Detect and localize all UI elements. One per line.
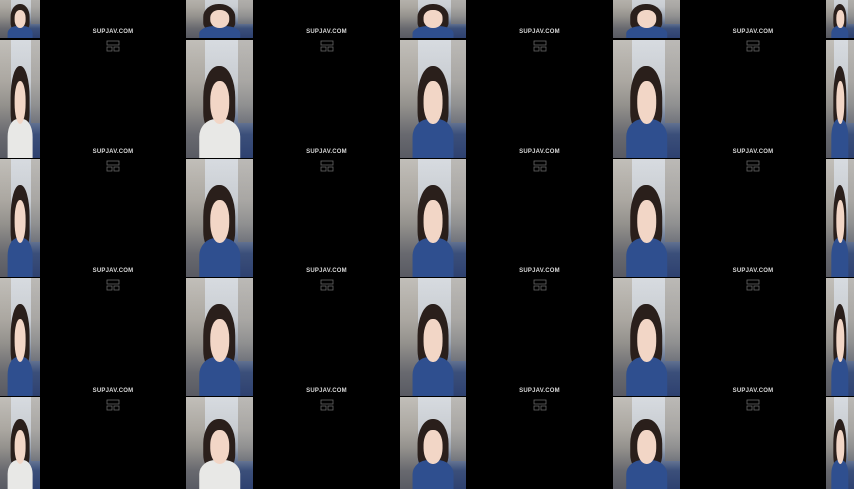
black-frame <box>40 159 186 277</box>
watermark-text: SUPJAV.COM <box>306 149 347 155</box>
video-thumbnail <box>613 397 680 489</box>
video-thumbnail <box>0 0 40 38</box>
video-thumbnail <box>826 278 854 396</box>
watermark-text: SUPJAV.COM <box>732 29 774 35</box>
video-thumbnail <box>400 397 466 489</box>
watermark-emblem-icon <box>320 40 333 52</box>
black-frame <box>466 159 613 277</box>
person-figure <box>831 412 849 489</box>
video-thumbnail <box>613 278 680 396</box>
black-frame <box>253 159 400 277</box>
video-thumbnail <box>826 159 854 277</box>
video-thumbnail <box>826 40 854 158</box>
video-thumbnail <box>613 159 680 277</box>
watermark-text: SUPJAV.COM <box>732 268 774 274</box>
video-thumbnail <box>826 0 854 38</box>
video-thumbnail <box>400 0 466 38</box>
person-figure <box>831 1 849 38</box>
watermark-text: SUPJAV.COM <box>732 149 774 155</box>
person-figure <box>831 296 849 396</box>
watermark-emblem-icon <box>533 40 546 52</box>
black-frame <box>253 40 400 158</box>
person-figure <box>625 58 668 158</box>
watermark-text: SUPJAV.COM <box>92 268 134 274</box>
video-thumbnail <box>0 278 40 396</box>
watermark-emblem-icon <box>533 160 546 172</box>
watermark-text: SUPJAV.COM <box>92 149 134 155</box>
person-figure <box>412 412 454 489</box>
watermark-emblem-icon <box>320 399 333 411</box>
video-thumbnail <box>826 397 854 489</box>
person-figure <box>625 1 668 38</box>
person-figure <box>198 296 241 396</box>
person-figure <box>831 58 849 158</box>
person-figure <box>7 1 33 38</box>
person-figure <box>412 1 454 38</box>
person-figure <box>412 177 454 277</box>
video-thumbnail <box>0 397 40 489</box>
video-thumbnail <box>0 159 40 277</box>
watermark-text: SUPJAV.COM <box>519 388 560 394</box>
video-thumbnail <box>613 40 680 158</box>
person-figure <box>831 177 849 277</box>
video-thumbnail <box>400 278 466 396</box>
watermark-emblem-icon <box>533 279 546 291</box>
watermark-emblem-icon <box>106 279 120 291</box>
watermark-emblem-icon <box>320 160 333 172</box>
black-frame <box>680 159 826 277</box>
person-figure <box>7 58 33 158</box>
watermark-emblem-icon <box>746 160 760 172</box>
black-frame <box>40 40 186 158</box>
person-figure <box>625 296 668 396</box>
person-figure <box>625 177 668 277</box>
person-figure <box>198 1 241 38</box>
watermark-text: SUPJAV.COM <box>306 388 347 394</box>
black-frame <box>253 278 400 396</box>
watermark-text: SUPJAV.COM <box>92 388 134 394</box>
person-figure <box>198 177 241 277</box>
watermark-emblem-icon <box>106 160 120 172</box>
watermark-text: SUPJAV.COM <box>519 268 560 274</box>
black-frame <box>466 278 613 396</box>
video-thumbnail <box>186 0 253 38</box>
watermark-emblem-icon <box>320 279 333 291</box>
person-figure <box>7 177 33 277</box>
watermark-emblem-icon <box>106 399 120 411</box>
video-thumbnail <box>186 159 253 277</box>
watermark-text: SUPJAV.COM <box>306 268 347 274</box>
watermark-text: SUPJAV.COM <box>306 29 347 35</box>
watermark-text: SUPJAV.COM <box>732 388 774 394</box>
watermark-emblem-icon <box>533 399 546 411</box>
watermark-text: SUPJAV.COM <box>519 149 560 155</box>
watermark-emblem-icon <box>106 40 120 52</box>
video-thumbnail <box>400 40 466 158</box>
person-figure <box>7 296 33 396</box>
thumbnail-grid: SUPJAV.COM SUPJAV.COM SUPJAV.COM SUPJAV.COM… <box>0 0 854 489</box>
video-thumbnail <box>613 0 680 38</box>
video-thumbnail <box>0 40 40 158</box>
watermark-emblem-icon <box>746 399 760 411</box>
watermark-text: SUPJAV.COM <box>519 29 560 35</box>
watermark-emblem-icon <box>746 40 760 52</box>
black-frame <box>466 40 613 158</box>
person-figure <box>412 58 454 158</box>
watermark-text: SUPJAV.COM <box>92 29 134 35</box>
video-thumbnail <box>186 278 253 396</box>
video-thumbnail <box>400 159 466 277</box>
black-frame <box>680 40 826 158</box>
video-thumbnail <box>186 397 253 489</box>
video-thumbnail <box>186 40 253 158</box>
person-figure <box>412 296 454 396</box>
black-frame <box>40 278 186 396</box>
watermark-emblem-icon <box>746 279 760 291</box>
black-frame <box>680 278 826 396</box>
person-figure <box>625 412 668 489</box>
person-figure <box>198 58 241 158</box>
person-figure <box>198 412 241 489</box>
person-figure <box>7 412 33 489</box>
